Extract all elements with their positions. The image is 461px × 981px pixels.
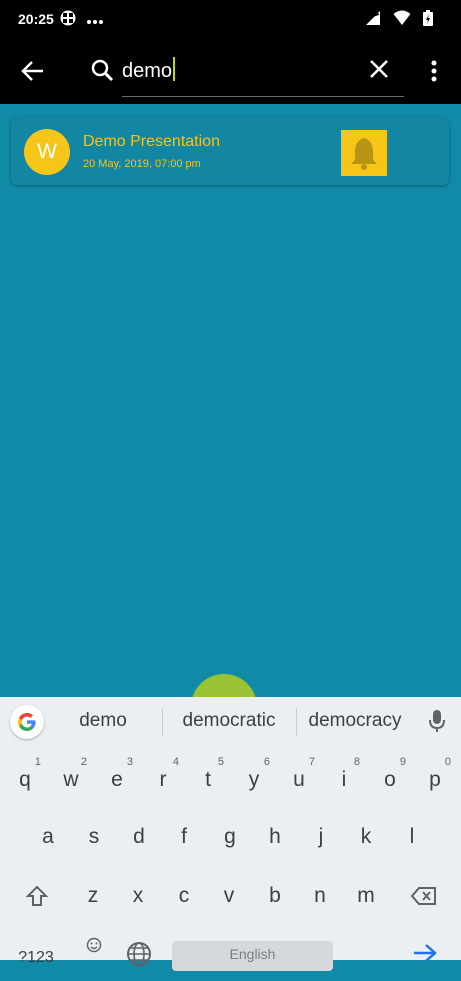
search-result-card[interactable]: W Demo Presentation 20 May, 2019, 07:00 … <box>11 117 449 185</box>
spacebar[interactable]: English <box>172 941 333 971</box>
key-d[interactable]: d <box>117 814 161 860</box>
search-icon <box>90 58 116 84</box>
key-h[interactable]: h <box>253 814 297 860</box>
key-y[interactable]: y6 <box>232 756 276 803</box>
suggestion-3[interactable]: democracy <box>300 710 410 732</box>
symbols-key[interactable]: ?123 <box>14 935 58 981</box>
key-z[interactable]: z <box>71 873 115 919</box>
notification-app-icon <box>60 10 76 31</box>
divider <box>162 708 163 736</box>
soft-keyboard: demo democratic democracy q1 w2 e3 r4 t5… <box>0 697 461 971</box>
clear-search-icon[interactable] <box>368 58 394 84</box>
signal-icon <box>365 10 381 31</box>
language-globe-icon[interactable] <box>126 941 152 972</box>
key-s[interactable]: s <box>72 814 116 860</box>
key-k[interactable]: k <box>344 814 388 860</box>
suggestion-1[interactable]: demo <box>60 710 146 732</box>
search-toolbar: demo <box>0 40 461 104</box>
backspace-key[interactable] <box>402 873 446 919</box>
avatar: W <box>24 129 70 175</box>
key-i[interactable]: i8 <box>322 756 366 803</box>
emoji-icon[interactable] <box>86 937 102 958</box>
suggestion-2[interactable]: democratic <box>170 710 288 732</box>
key-a[interactable]: a <box>26 814 70 860</box>
google-logo-icon[interactable] <box>10 705 44 739</box>
key-e[interactable]: e3 <box>95 756 139 803</box>
back-arrow-icon[interactable] <box>20 58 48 86</box>
key-m[interactable]: m <box>344 873 388 919</box>
bell-icon <box>351 138 377 170</box>
key-f[interactable]: f <box>162 814 206 860</box>
more-notifications-icon <box>86 12 104 30</box>
key-b[interactable]: b <box>253 873 297 919</box>
reminder-button[interactable] <box>341 130 387 176</box>
key-c[interactable]: c <box>162 873 206 919</box>
more-options-icon[interactable] <box>424 58 444 86</box>
search-query: demo <box>122 60 173 82</box>
key-t[interactable]: t5 <box>186 756 230 803</box>
text-cursor <box>173 57 176 81</box>
backspace-icon <box>410 887 436 905</box>
key-x[interactable]: x <box>116 873 160 919</box>
key-q[interactable]: q1 <box>3 756 47 803</box>
status-time: 20:25 <box>18 11 54 27</box>
key-n[interactable]: n <box>298 873 342 919</box>
shift-icon <box>25 885 49 906</box>
result-title: Demo Presentation <box>83 133 220 150</box>
result-datetime: 20 May, 2019, 07:00 pm <box>83 158 201 170</box>
key-u[interactable]: u7 <box>277 756 321 803</box>
wifi-icon <box>393 10 411 31</box>
key-g[interactable]: g <box>208 814 252 860</box>
battery-icon <box>423 10 433 31</box>
key-o[interactable]: o9 <box>368 756 412 803</box>
key-l[interactable]: l <box>390 814 434 860</box>
key-v[interactable]: v <box>207 873 251 919</box>
status-bar: 20:25 <box>0 0 461 40</box>
suggestion-strip: demo democratic democracy <box>0 697 461 747</box>
key-j[interactable]: j <box>299 814 343 860</box>
divider <box>296 708 297 736</box>
key-p[interactable]: p0 <box>413 756 457 803</box>
shift-key[interactable] <box>15 873 59 919</box>
key-w[interactable]: w2 <box>49 756 93 803</box>
search-input[interactable]: demo <box>122 56 404 97</box>
enter-arrow-icon[interactable] <box>412 943 438 968</box>
microphone-icon[interactable] <box>428 709 446 738</box>
key-r[interactable]: r4 <box>141 756 185 803</box>
